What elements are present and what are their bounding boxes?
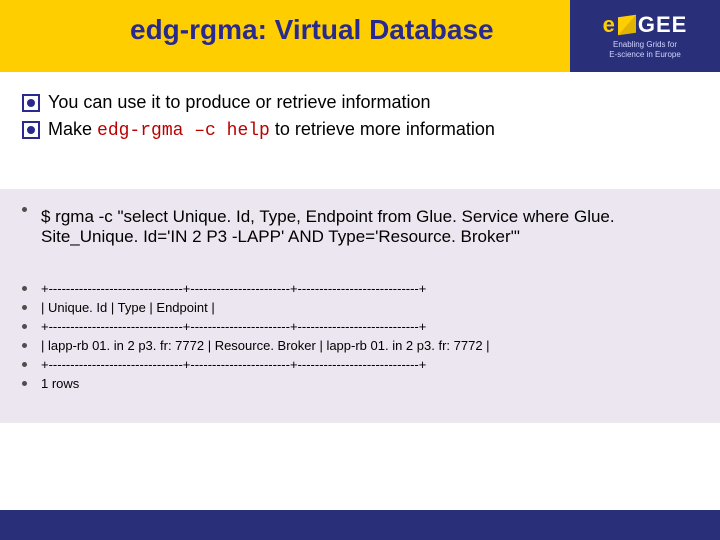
bullet-2: Make edg-rgma –c help to retrieve more i… <box>22 119 698 141</box>
table-rowcount: 1 rows <box>22 376 698 391</box>
bullet-2-text: Make edg-rgma –c help to retrieve more i… <box>48 119 495 141</box>
table-sep-mid-text: +-------------------------------+-------… <box>41 319 426 334</box>
logo-e-icon: e <box>603 12 616 38</box>
table-sep-mid: +-------------------------------+-------… <box>22 319 698 334</box>
dot-bullet-icon <box>22 324 27 329</box>
logo-text: e GEE <box>603 12 688 38</box>
body-upper: You can use it to produce or retrieve in… <box>0 72 720 151</box>
table-sep-bot-text: +-------------------------------+-------… <box>41 357 426 372</box>
dot-bullet-icon <box>22 286 27 291</box>
command-text: $ rgma -c "select Unique. Id, Type, Endp… <box>41 207 698 247</box>
bullet-1: You can use it to produce or retrieve in… <box>22 92 698 113</box>
dot-bullet-icon <box>22 362 27 367</box>
bullet-2-code: edg-rgma –c help <box>97 121 270 141</box>
footer-band <box>0 510 720 540</box>
table-row-1: | lapp-rb 01. in 2 p3. fr: 7772 | Resour… <box>22 338 698 353</box>
logo: e GEE Enabling Grids for E-science in Eu… <box>570 0 720 72</box>
dot-bullet-icon <box>22 207 27 212</box>
table-sep-bot: +-------------------------------+-------… <box>22 357 698 372</box>
table-rowcount-text: 1 rows <box>41 376 79 391</box>
dot-bullet-icon <box>22 305 27 310</box>
table-sep-top-text: +-------------------------------+-------… <box>41 281 426 296</box>
square-bullet-icon <box>22 121 40 139</box>
grey-block: $ rgma -c "select Unique. Id, Type, Endp… <box>0 189 720 423</box>
square-bullet-icon <box>22 94 40 112</box>
command-row: $ rgma -c "select Unique. Id, Type, Endp… <box>22 207 698 247</box>
dot-bullet-icon <box>22 381 27 386</box>
slide-title: edg-rgma: Virtual Database <box>0 0 494 46</box>
dot-bullet-icon <box>22 343 27 348</box>
logo-sub-line2: E-science in Europe <box>609 50 681 59</box>
bullet-1-text: You can use it to produce or retrieve in… <box>48 92 431 113</box>
table-output: +-------------------------------+-------… <box>22 281 698 391</box>
logo-subtitle: Enabling Grids for E-science in Europe <box>609 40 681 59</box>
bullet-2-lead: Make <box>48 119 97 139</box>
table-row-1-text: | lapp-rb 01. in 2 p3. fr: 7772 | Resour… <box>41 338 490 353</box>
table-headers-text: | Unique. Id | Type | Endpoint | <box>41 300 215 315</box>
logo-sub-line1: Enabling Grids for <box>613 40 677 49</box>
logo-letters: GEE <box>638 12 687 38</box>
logo-cube-icon <box>618 15 636 36</box>
slide: edg-rgma: Virtual Database e GEE Enablin… <box>0 0 720 540</box>
bullet-2-tail: to retrieve more information <box>270 119 495 139</box>
table-sep-top: +-------------------------------+-------… <box>22 281 698 296</box>
table-headers: | Unique. Id | Type | Endpoint | <box>22 300 698 315</box>
